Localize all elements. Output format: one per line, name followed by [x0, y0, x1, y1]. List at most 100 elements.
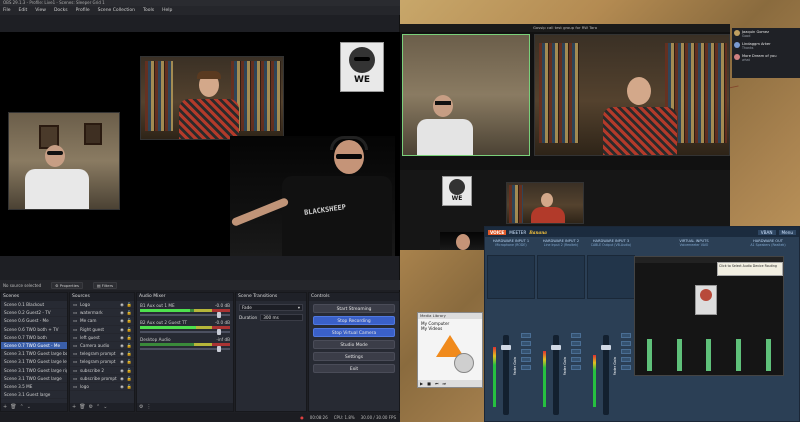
play-icon[interactable]: ▶	[420, 381, 423, 386]
visibility-eye-icon[interactable]: ◉	[120, 301, 124, 308]
visibility-eye-icon[interactable]: ◉	[120, 317, 124, 324]
vm-bus-button[interactable]	[571, 333, 581, 338]
volume-slider[interactable]	[140, 346, 230, 352]
lock-icon[interactable]: 🔓	[127, 301, 134, 308]
vm-bus-button[interactable]	[621, 349, 631, 354]
remove-source-icon[interactable]: 🗑	[79, 404, 85, 410]
menu-view[interactable]: View	[35, 6, 46, 15]
vm-bus-button[interactable]	[521, 357, 531, 362]
scene-item[interactable]: Scene 0.2 Guest2 - TV	[1, 309, 67, 318]
stop-virtual-camera-button[interactable]: Stop Virtual Camera	[313, 328, 395, 337]
volume-slider[interactable]	[140, 312, 230, 318]
device-routing-notice[interactable]: Click to Select Audio Device Routing	[717, 262, 783, 276]
duration-input[interactable]: 300 ms	[260, 314, 303, 321]
scene-item[interactable]: Scene 0.6 TWO both + TV	[1, 326, 67, 334]
vm-bus-button[interactable]	[571, 349, 581, 354]
source-item[interactable]: ▭ Camera audio ◉ 🔓	[70, 342, 134, 351]
middle-guest-video[interactable]	[140, 56, 284, 140]
vm-fader[interactable]	[601, 335, 611, 415]
visibility-eye-icon[interactable]: ◉	[120, 350, 124, 357]
source-item[interactable]: ▭ watermark ◉ 🔓	[70, 309, 134, 318]
next-icon[interactable]: ⏭	[442, 381, 446, 386]
out-fader[interactable]	[676, 339, 682, 371]
host-video[interactable]: BLACKSHEEP	[230, 136, 395, 256]
scene-item[interactable]: Scene 3.1 TWO Guest large both	[1, 350, 67, 359]
channel-logo[interactable]: WE	[340, 42, 384, 92]
source-item[interactable]: ▭ subscribe 2 ◉ 🔓	[70, 367, 134, 375]
vm-bus-button[interactable]	[521, 341, 531, 346]
scene-item[interactable]: Scene 3.5 ME	[1, 383, 67, 392]
transition-select[interactable]: Fade ▾	[239, 304, 303, 311]
out-fader[interactable]	[736, 339, 742, 371]
thumb-host[interactable]	[440, 232, 486, 250]
thumb-video[interactable]	[506, 182, 584, 224]
out-fader[interactable]	[765, 339, 771, 371]
lock-icon[interactable]: 🔓	[127, 334, 134, 341]
vm-bus-button[interactable]	[521, 333, 531, 338]
scene-item[interactable]: Scene 0.6 Guest - Me	[1, 317, 67, 326]
lock-icon[interactable]: 🔓	[127, 358, 134, 365]
lock-icon[interactable]: 🔓	[127, 350, 134, 357]
add-scene-icon[interactable]: +	[3, 404, 7, 410]
source-item[interactable]: ▭ telegram prompt ◉ 🔓	[70, 350, 134, 359]
studio-mode-button[interactable]: Studio Mode	[313, 340, 395, 349]
scene-item[interactable]: Scene 3.1 TWO Guest large	[1, 375, 67, 383]
visibility-eye-icon[interactable]: ◉	[120, 358, 124, 365]
vm-menu-button[interactable]: Menu	[778, 229, 796, 235]
visibility-eye-icon[interactable]: ◉	[120, 334, 124, 341]
lock-icon[interactable]: 🔓	[127, 317, 134, 324]
vm-bus-button[interactable]	[621, 365, 631, 370]
start-streaming-button[interactable]: Start Streaming	[313, 304, 395, 313]
volume-slider-knob[interactable]	[217, 329, 222, 335]
out-fader[interactable]	[706, 339, 712, 371]
move-up-icon[interactable]: ⌃	[20, 404, 24, 410]
shared-image[interactable]	[695, 285, 717, 315]
zoom-tile-right[interactable]	[534, 34, 730, 156]
vm-bus-button[interactable]	[571, 365, 581, 370]
out-fader[interactable]	[647, 339, 653, 371]
add-source-icon[interactable]: +	[72, 404, 76, 410]
menu-edit[interactable]: Edit	[19, 6, 28, 15]
lock-icon[interactable]: 🔓	[127, 375, 134, 382]
source-item[interactable]: ▭ Me cam ◉ 🔓	[70, 317, 134, 326]
vm-strip-device[interactable]: CABLE Output (VB-Audio)	[587, 243, 635, 247]
properties-button[interactable]: ⚙ Properties	[51, 281, 83, 289]
obs-preview[interactable]: BLACKSHEEP WE	[0, 32, 400, 256]
vm-fader-knob[interactable]	[501, 345, 511, 350]
lock-icon[interactable]: 🔓	[127, 326, 134, 333]
vm-bus-button[interactable]	[521, 365, 531, 370]
prev-icon[interactable]: ⏮	[435, 381, 439, 386]
vm-fader[interactable]	[501, 335, 511, 415]
scene-item[interactable]: Scene 0.1 Blackout	[1, 301, 67, 310]
scene-item[interactable]: Scene 3.1 TWO Guest large left	[1, 358, 67, 367]
move-up-icon[interactable]: ⌃	[96, 404, 100, 410]
scene-item[interactable]: Scene 0.7 TWO Guest - Me	[1, 341, 67, 351]
volume-slider[interactable]	[140, 329, 230, 335]
vm-strip-device[interactable]: A1 Speakers (Realtek)	[737, 243, 799, 247]
menu-scene-collection[interactable]: Scene Collection	[98, 6, 135, 15]
vm-fader-knob[interactable]	[601, 345, 611, 350]
source-item[interactable]: ▭ left guest ◉ 🔓	[70, 334, 134, 342]
left-guest-video[interactable]	[8, 112, 120, 210]
vm-fader[interactable]	[551, 335, 561, 415]
vm-bus-button[interactable]	[521, 349, 531, 354]
exit-button[interactable]: Exit	[313, 364, 395, 373]
vm-strip-device[interactable]: Line Input 2 (Realtek)	[537, 243, 585, 247]
mixer-settings-icon[interactable]: ⚙	[139, 404, 143, 410]
visibility-eye-icon[interactable]: ◉	[120, 326, 124, 333]
source-item[interactable]: ▭ Right guest ◉ 🔓	[70, 326, 134, 334]
visibility-eye-icon[interactable]: ◉	[120, 383, 124, 390]
remove-scene-icon[interactable]: 🗑	[10, 404, 16, 410]
move-down-icon[interactable]: ⌄	[27, 404, 31, 410]
visibility-eye-icon[interactable]: ◉	[120, 342, 124, 349]
lock-icon[interactable]: 🔓	[127, 342, 134, 349]
vm-strip-device[interactable]: Voicemeeter VAIO	[657, 243, 731, 247]
stop-icon[interactable]: ■	[427, 381, 431, 386]
lock-icon[interactable]: 🔓	[127, 367, 134, 374]
source-item[interactable]: ▭ Logo ◉ 🔓	[70, 301, 134, 310]
vm-fader-knob[interactable]	[551, 345, 561, 350]
stop-recording-button[interactable]: Stop Recording	[313, 316, 395, 325]
vm-strip-device[interactable]: Microphone (RODE)	[487, 243, 535, 247]
menu-help[interactable]: Help	[162, 6, 172, 15]
source-item[interactable]: ▭ subscribe prompt ◉ 🔓	[70, 375, 134, 383]
